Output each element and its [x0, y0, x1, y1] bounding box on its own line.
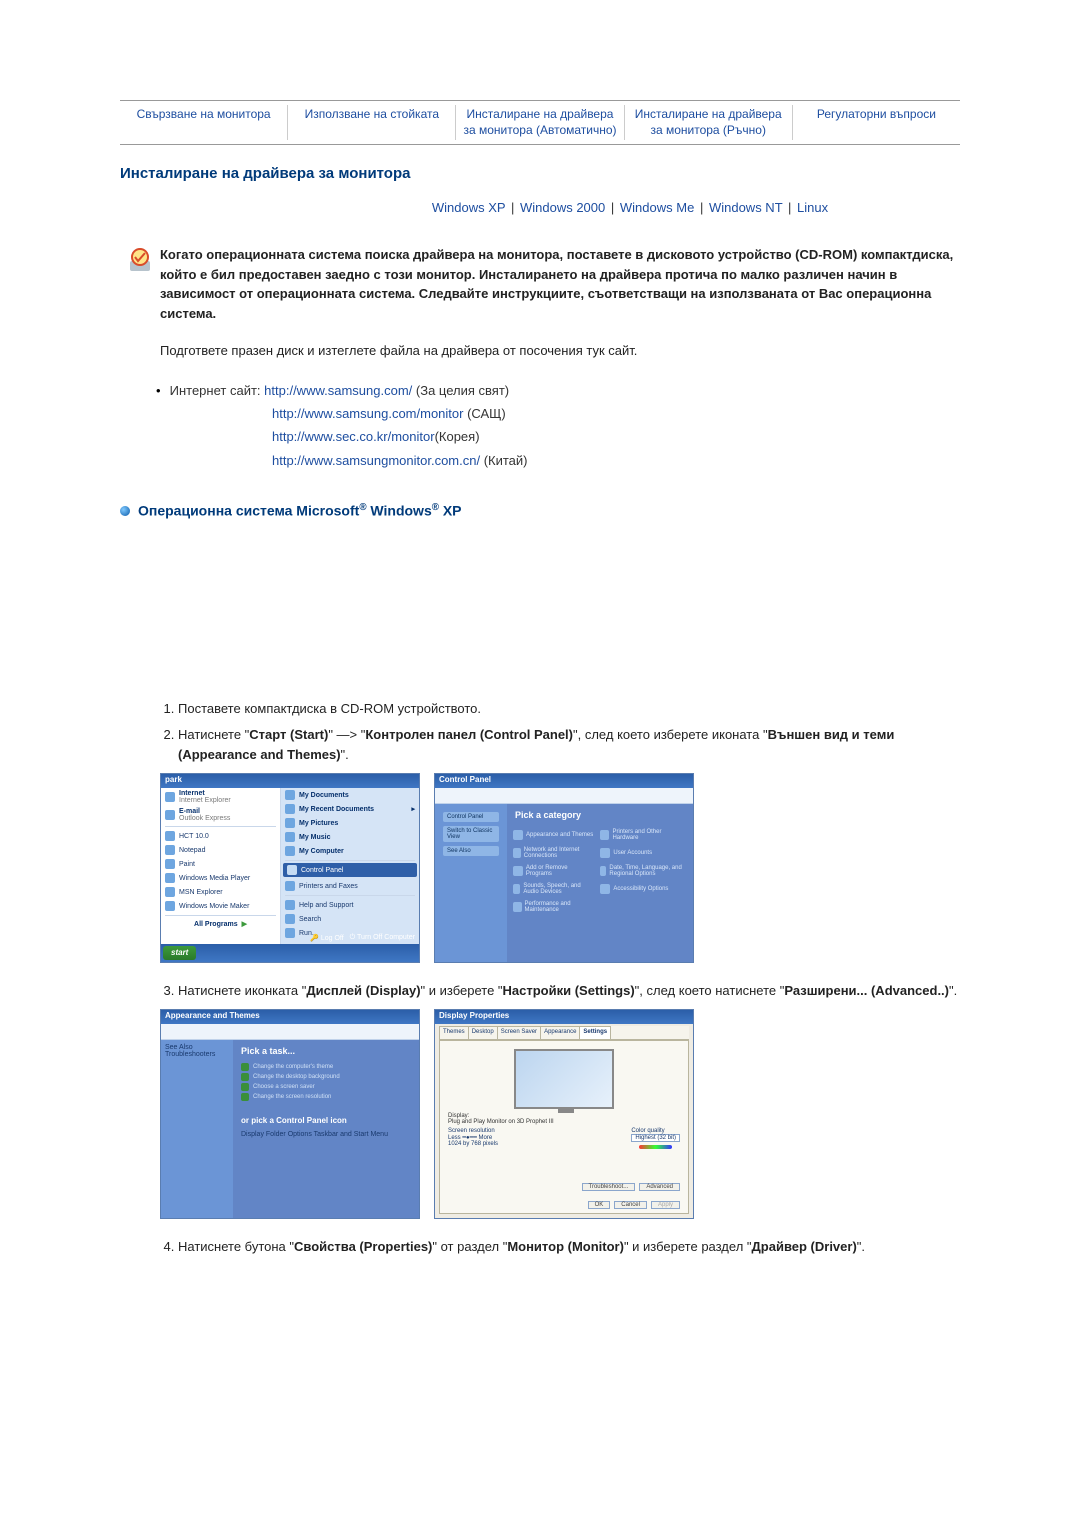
os-link-xp[interactable]: Windows XP — [432, 200, 505, 215]
link-samsung-world[interactable]: http://www.samsung.com/ — [264, 383, 412, 398]
moviemaker-icon — [165, 901, 175, 911]
os-link-2000[interactable]: Windows 2000 — [520, 200, 605, 215]
steps-list: Поставете компактдиска в CD-ROM устройст… — [178, 699, 960, 765]
section-title: Инсталиране на драйвера за монитора — [120, 165, 960, 182]
ok-button: OK — [588, 1201, 611, 1209]
tab-using-stand[interactable]: Използване на стойката — [288, 105, 456, 140]
step-3: Натиснете иконката "Дисплей (Display)" и… — [178, 981, 960, 1001]
apply-button: Apply — [651, 1201, 680, 1209]
screenshot-appearance-themes: Appearance and Themes See Also Troublesh… — [160, 1009, 420, 1219]
advanced-button: Advanced — [639, 1183, 680, 1191]
folder-icon — [285, 804, 295, 814]
search-icon — [285, 914, 295, 924]
link-sec-kr[interactable]: http://www.sec.co.kr/monitor — [272, 429, 435, 444]
troubleshoot-button: Troubleshoot... — [582, 1183, 636, 1191]
wmp-icon — [165, 873, 175, 883]
tab-install-driver-manual[interactable]: Инсталиране на драйвера за монитора (Ръч… — [625, 105, 793, 140]
computer-icon — [285, 846, 295, 856]
app-icon — [165, 831, 175, 841]
step-4: Натиснете бутона "Свойства (Properties)"… — [178, 1237, 960, 1257]
start-menu-user: park — [161, 774, 419, 788]
os-links: Windows XP | Windows 2000 | Windows Me |… — [120, 200, 960, 215]
screenshot-control-panel: Control Panel Control Panel Switch to Cl… — [434, 773, 694, 963]
screenshot-start-menu: park InternetInternet Explorer E-mailOut… — [160, 773, 420, 963]
cancel-button: Cancel — [614, 1201, 647, 1209]
steps-list-cont2: Натиснете бутона "Свойства (Properties)"… — [178, 1237, 960, 1257]
top-tabs: Свързване на монитора Използване на стой… — [120, 100, 960, 145]
msn-icon — [165, 887, 175, 897]
note-icon — [120, 245, 160, 323]
link-samsung-cn[interactable]: http://www.samsungmonitor.com.cn/ — [272, 453, 480, 468]
run-icon — [285, 928, 295, 938]
paint-icon — [165, 859, 175, 869]
os-link-nt[interactable]: Windows NT — [709, 200, 782, 215]
ie-icon — [165, 792, 175, 802]
internet-sites: • Интернет сайт: http://www.samsung.com/… — [156, 379, 960, 473]
step-1: Поставете компактдиска в CD-ROM устройст… — [178, 699, 960, 719]
tab-regulatory[interactable]: Регулаторни въпроси — [793, 105, 960, 140]
os-heading-xp: Операционна система Microsoft® Windows® … — [120, 502, 960, 519]
os-link-linux[interactable]: Linux — [797, 200, 828, 215]
notepad-icon — [165, 845, 175, 855]
help-icon — [285, 900, 295, 910]
tab-connect-monitor[interactable]: Свързване на монитора — [120, 105, 288, 140]
prep-text: Подгответе празен диск и изтеглете файла… — [160, 341, 960, 361]
control-panel-icon — [287, 865, 297, 875]
printers-icon — [285, 881, 295, 891]
folder-icon — [285, 818, 295, 828]
steps-list-cont: Натиснете иконката "Дисплей (Display)" и… — [178, 981, 960, 1001]
start-button: start — [163, 946, 196, 960]
screenshot-display-properties: Display Properties Themes Desktop Screen… — [434, 1009, 694, 1219]
intro-text: Когато операционната система поиска драй… — [160, 245, 960, 323]
mail-icon — [165, 810, 175, 820]
bullet-icon — [120, 506, 130, 516]
link-samsung-us[interactable]: http://www.samsung.com/monitor — [272, 406, 463, 421]
tab-install-driver-auto[interactable]: Инсталиране на драйвера за монитора (Авт… — [456, 105, 624, 140]
folder-icon — [285, 790, 295, 800]
step-2: Натиснете "Старт (Start)" —> "Контролен … — [178, 725, 960, 765]
monitor-preview-icon — [514, 1049, 614, 1109]
internet-label: Интернет сайт: — [170, 383, 261, 398]
folder-icon — [285, 832, 295, 842]
os-link-me[interactable]: Windows Me — [620, 200, 694, 215]
